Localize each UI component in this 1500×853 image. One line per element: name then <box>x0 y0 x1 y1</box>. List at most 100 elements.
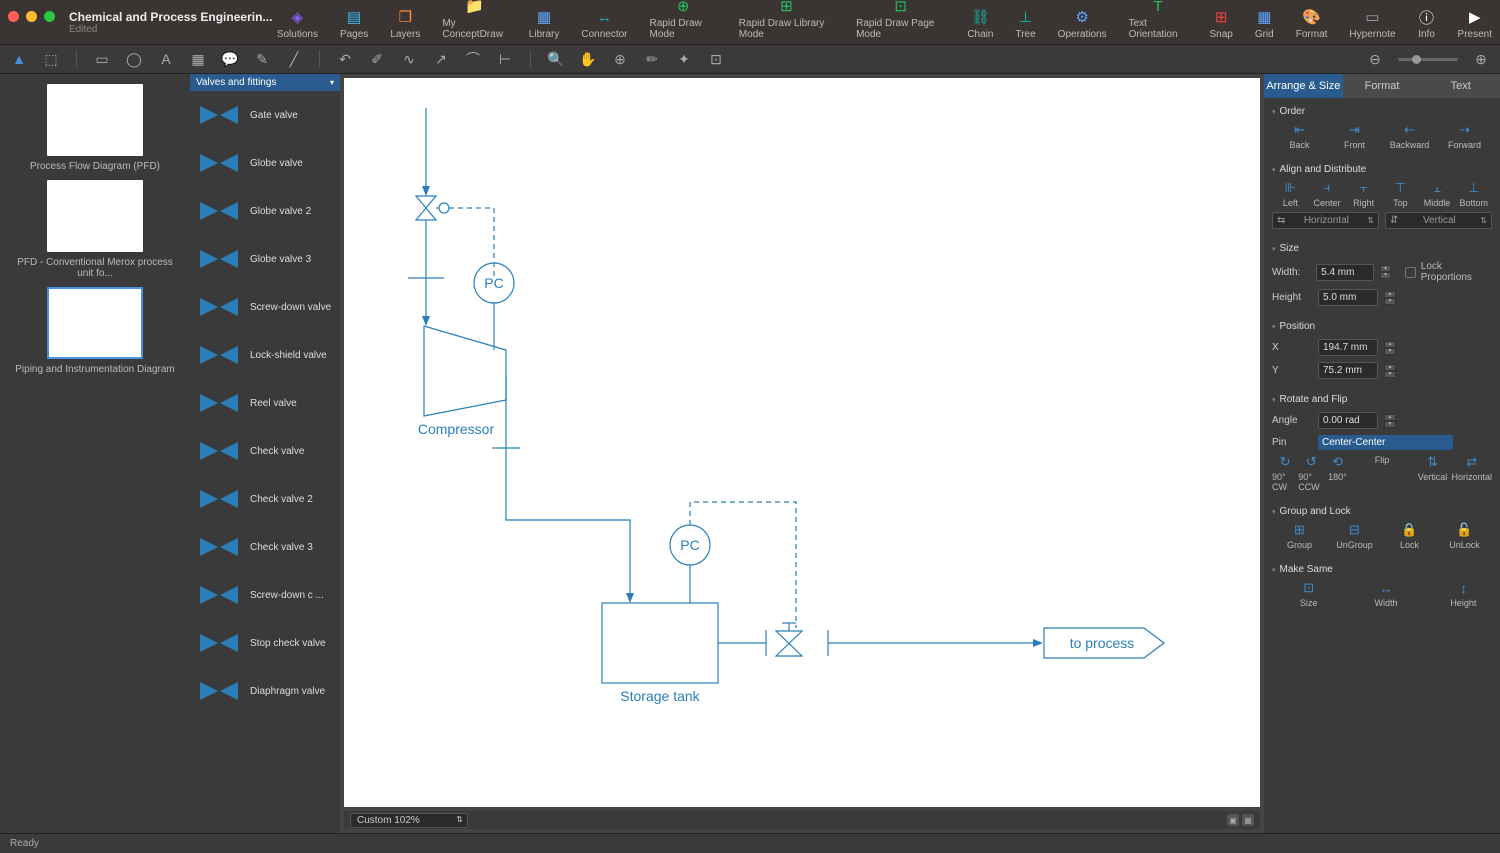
front-button[interactable]: ⇥Front <box>1327 123 1382 150</box>
forward-button[interactable]: ⇢Forward <box>1437 123 1492 150</box>
backward-button[interactable]: ⇠Backward <box>1382 123 1437 150</box>
bottom-button[interactable]: ⊥Bottom <box>1455 181 1492 208</box>
center-button[interactable]: ⫞Center <box>1309 181 1346 208</box>
ribbon-operations[interactable]: ⚙Operations <box>1058 8 1107 40</box>
90-ccw-button[interactable]: ↺90° CCW <box>1298 455 1324 492</box>
angle-input[interactable]: 0.00 rad <box>1318 412 1378 429</box>
ribbon-rapid-draw-mode[interactable]: ⊕Rapid Draw Mode <box>650 0 717 40</box>
text-tool[interactable]: A <box>157 50 175 68</box>
shape-lock-shield-valve[interactable]: Lock-shield valve <box>190 331 340 379</box>
ribbon-connector[interactable]: ↔Connector <box>581 8 627 40</box>
page-thumb[interactable]: PFD - Conventional Merox process unit fo… <box>10 180 180 279</box>
pointer-tool[interactable]: ▲ <box>10 50 28 68</box>
horizontal-button[interactable]: ⇄Horizontal <box>1451 455 1492 492</box>
maximize-window[interactable] <box>44 11 55 22</box>
y-stepper[interactable]: ▴▾ <box>1384 364 1396 378</box>
position-header[interactable]: Position <box>1272 317 1492 336</box>
magic-tool[interactable]: ✦ <box>675 50 693 68</box>
angle-stepper[interactable]: ▴▾ <box>1384 414 1396 428</box>
shape-screw-down-valve[interactable]: Screw-down valve <box>190 283 340 331</box>
connector-tool[interactable]: ↗ <box>432 50 450 68</box>
ribbon-grid[interactable]: ▦Grid <box>1255 8 1274 40</box>
ribbon-hypernote[interactable]: ▭Hypernote <box>1349 8 1395 40</box>
size-header[interactable]: Size <box>1272 239 1492 258</box>
distribute-vertical[interactable]: ⇵Vertical <box>1385 212 1492 229</box>
width-stepper[interactable]: ▴▾ <box>1380 265 1391 279</box>
unlock-button[interactable]: 🔓UnLock <box>1437 523 1492 550</box>
lock-button[interactable]: 🔒Lock <box>1382 523 1437 550</box>
same-header[interactable]: Make Same <box>1272 560 1492 579</box>
crop-tool[interactable]: ⊡ <box>707 50 725 68</box>
ribbon-my-conceptdraw[interactable]: 📁My ConceptDraw <box>442 0 506 40</box>
minimize-window[interactable] <box>26 11 37 22</box>
lock-proportions-checkbox[interactable] <box>1405 267 1416 278</box>
zoom-select[interactable]: Custom 102% <box>350 813 468 828</box>
x-stepper[interactable]: ▴▾ <box>1384 341 1396 355</box>
zoom-slider[interactable] <box>1398 58 1458 61</box>
shape-stop-check-valve[interactable]: Stop check valve <box>190 619 340 667</box>
ribbon-solutions[interactable]: ◈Solutions <box>277 8 318 40</box>
left-button[interactable]: ⊪Left <box>1272 181 1309 208</box>
order-header[interactable]: Order <box>1272 102 1492 121</box>
undo-tool[interactable]: ↶ <box>336 50 354 68</box>
shape-check-valve[interactable]: Check valve <box>190 427 340 475</box>
ribbon-rapid-draw-page-mode[interactable]: ⊡Rapid Draw Page Mode <box>856 0 945 40</box>
tab-format[interactable]: Format <box>1343 74 1422 98</box>
shape-diaphragm-valve[interactable]: Diaphragm valve <box>190 667 340 715</box>
shape-gate-valve[interactable]: Gate valve <box>190 91 340 139</box>
spline-tool[interactable]: ∿ <box>400 50 418 68</box>
shape-globe-valve[interactable]: Globe valve <box>190 139 340 187</box>
ribbon-rapid-draw-library-mode[interactable]: ⊞Rapid Draw Library Mode <box>739 0 834 40</box>
stamp-tool[interactable]: ⊕ <box>611 50 629 68</box>
pan-tool[interactable]: ✋ <box>579 50 597 68</box>
zoom-out[interactable]: ⊖ <box>1366 50 1384 68</box>
tab-arrange[interactable]: Arrange & Size <box>1264 74 1343 98</box>
x-input[interactable]: 194.7 mm <box>1318 339 1378 356</box>
page-thumb[interactable]: Piping and Instrumentation Diagram <box>10 287 180 375</box>
ribbon-present[interactable]: ▶Present <box>1458 8 1492 40</box>
right-button[interactable]: ⫟Right <box>1345 181 1382 208</box>
rectangle-tool[interactable]: ▭ <box>93 50 111 68</box>
180--button[interactable]: ⟲180° <box>1324 455 1350 492</box>
ribbon-chain[interactable]: ⛓Chain <box>967 8 993 40</box>
shape-globe-valve-3[interactable]: Globe valve 3 <box>190 235 340 283</box>
height-button[interactable]: ↕Height <box>1435 581 1492 608</box>
library-header[interactable]: Valves and fittings <box>190 74 340 91</box>
table-tool[interactable]: ▦ <box>189 50 207 68</box>
arc-tool[interactable]: ⌒ <box>464 50 482 68</box>
shape-check-valve-2[interactable]: Check valve 2 <box>190 475 340 523</box>
width-button[interactable]: ↔Width <box>1357 581 1414 608</box>
ribbon-layers[interactable]: ❐Layers <box>390 8 420 40</box>
view-mode-2[interactable]: ▦ <box>1242 814 1254 826</box>
ribbon-tree[interactable]: ⊥Tree <box>1015 8 1035 40</box>
canvas[interactable]: PC Compressor Storage tank PC <box>344 78 1260 807</box>
y-input[interactable]: 75.2 mm <box>1318 362 1378 379</box>
height-input[interactable]: 5.0 mm <box>1318 289 1378 306</box>
distribute-horizontal[interactable]: ⇆Horizontal <box>1272 212 1379 229</box>
back-button[interactable]: ⇤Back <box>1272 123 1327 150</box>
vertical-button[interactable]: ⇅Vertical <box>1413 455 1451 492</box>
ribbon-text-orientation[interactable]: TText Orientation <box>1129 0 1188 40</box>
search-tool[interactable]: 🔍 <box>547 50 565 68</box>
tab-text[interactable]: Text <box>1421 74 1500 98</box>
group-button[interactable]: ⊞Group <box>1272 523 1327 550</box>
callout-tool[interactable]: 💬 <box>221 50 239 68</box>
bezier-tool[interactable]: ✐ <box>368 50 386 68</box>
ellipse-tool[interactable]: ◯ <box>125 50 143 68</box>
height-stepper[interactable]: ▴▾ <box>1384 291 1396 305</box>
top-button[interactable]: ⊤Top <box>1382 181 1419 208</box>
pin-select[interactable]: Center-Center <box>1318 435 1453 450</box>
eyedropper-tool[interactable]: ✏ <box>643 50 661 68</box>
ungroup-button[interactable]: ⊟UnGroup <box>1327 523 1382 550</box>
ribbon-snap[interactable]: ⊞Snap <box>1209 8 1232 40</box>
close-window[interactable] <box>8 11 19 22</box>
shape-screw-down-c-[interactable]: Screw-down c ... <box>190 571 340 619</box>
90-cw-button[interactable]: ↻90° CW <box>1272 455 1298 492</box>
ribbon-format[interactable]: 🎨Format <box>1296 8 1328 40</box>
group-header[interactable]: Group and Lock <box>1272 502 1492 521</box>
pencil-tool[interactable]: ✎ <box>253 50 271 68</box>
line-tool[interactable]: ╱ <box>285 50 303 68</box>
middle-button[interactable]: ⫠Middle <box>1419 181 1456 208</box>
ribbon-info[interactable]: ⓘInfo <box>1418 8 1436 40</box>
ribbon-library[interactable]: ▦Library <box>529 8 560 40</box>
